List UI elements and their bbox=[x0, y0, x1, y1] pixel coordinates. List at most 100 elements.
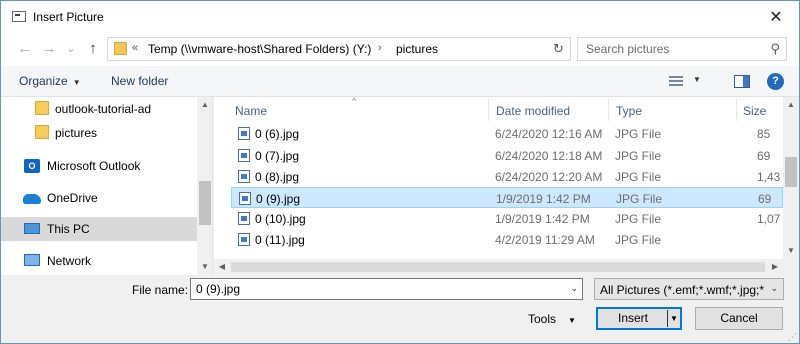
column-date-modified[interactable]: Date modified bbox=[496, 104, 570, 118]
sidebar-item-network[interactable]: Network bbox=[1, 249, 197, 273]
search-box[interactable]: Search pictures ⚲ bbox=[577, 37, 787, 61]
scroll-down-icon[interactable]: ▼ bbox=[197, 259, 212, 275]
scroll-thumb[interactable] bbox=[231, 262, 765, 272]
file-size: 69 bbox=[758, 192, 772, 206]
help-icon[interactable]: ? bbox=[767, 73, 784, 90]
insert-options-icon[interactable]: ▼ bbox=[670, 308, 678, 329]
resize-grip-icon[interactable]: ⋰ bbox=[788, 332, 797, 343]
scroll-right-icon[interactable]: ▶ bbox=[767, 259, 783, 275]
scroll-thumb[interactable] bbox=[199, 181, 211, 225]
chevron-down-icon[interactable]: ⌄ bbox=[570, 283, 578, 294]
sidebar-item-label: pictures bbox=[55, 126, 98, 140]
table-row[interactable]: 0 (8).jpg 6/24/2020 12:20 AM JPG File 1,… bbox=[231, 166, 783, 187]
file-type: JPG File bbox=[615, 170, 662, 184]
file-date: 4/2/2019 11:29 AM bbox=[495, 233, 595, 247]
sidebar-item-label: Microsoft Outlook bbox=[47, 159, 141, 173]
column-divider[interactable] bbox=[608, 99, 609, 121]
navigation-pane: outlook-tutorial-ad pictures O Microsoft… bbox=[1, 97, 213, 275]
table-row[interactable]: 0 (10).jpg 1/9/2019 1:42 PM JPG File 1,0… bbox=[231, 208, 783, 229]
file-name: 0 (11).jpg bbox=[255, 233, 305, 247]
column-size[interactable]: Size bbox=[743, 104, 766, 118]
title-bar: Insert Picture ✕ bbox=[1, 1, 799, 32]
view-options-icon[interactable] bbox=[669, 76, 683, 87]
file-list: ^ Name Date modified Type Size 0 (6).jpg… bbox=[214, 97, 799, 275]
address-bar[interactable]: « Temp (\\vmware-host\Shared Folders) (Y… bbox=[107, 37, 571, 61]
scrollbar-corner bbox=[783, 259, 799, 275]
outlook-icon: O bbox=[24, 159, 40, 173]
this-pc-icon bbox=[24, 223, 40, 234]
file-name: 0 (6).jpg bbox=[255, 127, 300, 141]
recent-locations-icon[interactable]: ⌄ bbox=[61, 40, 81, 58]
nav-pane-scrollbar[interactable]: ▲ ▼ bbox=[197, 97, 212, 275]
chevron-down-icon[interactable]: ⌄ bbox=[770, 283, 778, 294]
folder-icon bbox=[114, 42, 127, 55]
column-header-row: ^ Name Date modified Type Size bbox=[214, 97, 799, 123]
column-name[interactable]: Name bbox=[235, 104, 267, 118]
scroll-up-icon[interactable]: ▲ bbox=[197, 97, 212, 113]
organize-label: Organize bbox=[19, 74, 68, 88]
sidebar-item-microsoft-outlook[interactable]: O Microsoft Outlook bbox=[1, 154, 197, 178]
dialog-footer: File name: 0 (9).jpg ⌄ All Pictures (*.e… bbox=[1, 275, 799, 343]
file-type: JPG File bbox=[615, 233, 662, 247]
scroll-down-icon[interactable]: ▼ bbox=[783, 243, 799, 259]
onedrive-icon bbox=[23, 194, 41, 204]
sort-ascending-icon: ^ bbox=[352, 97, 357, 106]
file-size: 69 bbox=[757, 149, 771, 163]
file-list-vertical-scrollbar[interactable]: ▲ ▼ bbox=[783, 97, 799, 259]
search-icon[interactable]: ⚲ bbox=[770, 41, 780, 57]
sidebar-item-label: This PC bbox=[47, 222, 90, 236]
dialog-title: Insert Picture bbox=[33, 10, 104, 24]
dialog-icon bbox=[12, 11, 26, 22]
address-overflow-icon[interactable]: « bbox=[132, 42, 138, 54]
file-type: JPG File bbox=[615, 212, 662, 226]
breadcrumb-pictures[interactable]: pictures bbox=[396, 42, 438, 56]
close-button[interactable]: ✕ bbox=[753, 1, 799, 32]
insert-label: Insert bbox=[618, 311, 649, 325]
network-icon bbox=[24, 254, 40, 266]
sidebar-item-pictures[interactable]: pictures bbox=[1, 121, 197, 145]
column-divider[interactable] bbox=[488, 99, 489, 121]
jpg-file-icon bbox=[238, 127, 250, 140]
breadcrumb-separator-icon[interactable]: › bbox=[378, 42, 382, 54]
file-date: 6/24/2020 12:18 AM bbox=[495, 149, 603, 163]
folder-icon bbox=[35, 101, 49, 115]
forward-icon[interactable]: → bbox=[39, 40, 59, 58]
up-one-level-icon[interactable]: ↑ bbox=[83, 40, 103, 58]
table-row-selected[interactable]: 0 (9).jpg 1/9/2019 1:42 PM JPG File 69 bbox=[231, 187, 783, 208]
insert-button[interactable]: Insert ▼ bbox=[596, 307, 682, 330]
command-bar: Organize ▼ New folder ▼ ? bbox=[1, 66, 799, 97]
insert-picture-dialog: Insert Picture ✕ ← → ⌄ ↑ « Temp (\\vmwar… bbox=[0, 0, 800, 344]
refresh-icon[interactable]: ↻ bbox=[547, 37, 571, 61]
scroll-thumb[interactable] bbox=[785, 157, 797, 187]
table-row[interactable]: 0 (7).jpg 6/24/2020 12:18 AM JPG File 69 bbox=[231, 145, 783, 166]
table-row[interactable]: 0 (6).jpg 6/24/2020 12:16 AM JPG File 85 bbox=[231, 123, 783, 144]
file-type: JPG File bbox=[615, 149, 662, 163]
view-dropdown-icon[interactable]: ▼ bbox=[693, 75, 701, 84]
file-date: 6/24/2020 12:20 AM bbox=[495, 170, 603, 184]
file-name-field[interactable]: 0 (9).jpg ⌄ bbox=[190, 278, 583, 300]
scroll-up-icon[interactable]: ▲ bbox=[783, 97, 799, 113]
tools-label: Tools bbox=[528, 312, 557, 326]
preview-pane-icon[interactable] bbox=[734, 75, 750, 88]
breadcrumb-drive[interactable]: Temp (\\vmware-host\Shared Folders) (Y:) bbox=[148, 42, 371, 56]
sidebar-item-this-pc[interactable]: This PC bbox=[1, 217, 197, 241]
sidebar-item-outlook-tutorial-ad[interactable]: outlook-tutorial-ad bbox=[1, 97, 197, 121]
scroll-left-icon[interactable]: ◀ bbox=[214, 259, 230, 275]
file-date: 6/24/2020 12:16 AM bbox=[495, 127, 603, 141]
file-type-filter[interactable]: All Pictures (*.emf;*.wmf;*.jpg;* ⌄ bbox=[594, 278, 784, 300]
sidebar-item-onedrive[interactable]: OneDrive bbox=[1, 186, 197, 210]
cancel-button[interactable]: Cancel bbox=[695, 307, 783, 330]
table-row[interactable]: 0 (11).jpg 4/2/2019 11:29 AM JPG File bbox=[231, 229, 783, 250]
file-size: 85 bbox=[757, 127, 771, 141]
column-type[interactable]: Type bbox=[616, 104, 642, 118]
file-list-horizontal-scrollbar[interactable]: ◀ ▶ bbox=[214, 259, 783, 275]
split-divider bbox=[667, 310, 668, 327]
chevron-down-icon: ▼ bbox=[568, 316, 576, 325]
back-icon[interactable]: ← bbox=[15, 40, 35, 58]
file-type-filter-value: All Pictures (*.emf;*.wmf;*.jpg;* bbox=[600, 283, 765, 297]
file-name-value[interactable]: 0 (9).jpg bbox=[196, 282, 240, 296]
tools-button[interactable]: Tools ▼ bbox=[528, 312, 576, 326]
organize-button[interactable]: Organize ▼ bbox=[19, 74, 81, 88]
column-divider[interactable] bbox=[736, 99, 737, 121]
new-folder-button[interactable]: New folder bbox=[111, 74, 168, 88]
